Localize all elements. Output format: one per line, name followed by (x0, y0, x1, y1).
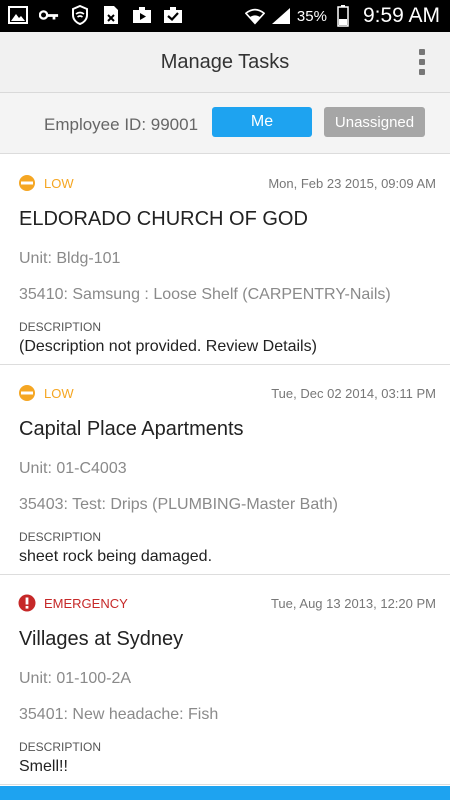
employee-id-label: Employee ID: 99001 (44, 115, 199, 134)
app-bar: Manage Tasks (0, 32, 450, 93)
task-item[interactable]: EMERGENCY Tue, Aug 13 2013, 12:20 PM Vil… (0, 575, 450, 785)
description-label: DESCRIPTION (19, 530, 102, 544)
bottom-accent-bar (0, 786, 450, 800)
unassigned-filter-button[interactable]: Unassigned (324, 107, 425, 137)
task-unit: Unit: 01-100-2A (19, 670, 132, 687)
assignment-filter-row: Employee ID: 99001 Me Unassigned (0, 93, 450, 154)
task-date: Tue, Dec 02 2014, 03:11 PM (271, 386, 436, 401)
task-unit: Unit: Bldg-101 (19, 250, 121, 267)
priority-label: LOW (44, 176, 74, 191)
key-icon (39, 5, 59, 25)
task-service-request: 35410: Samsung : Loose Shelf (CARPENTRY-… (19, 286, 391, 303)
task-date: Mon, Feb 23 2015, 09:09 AM (268, 176, 436, 191)
description-label: DESCRIPTION (19, 320, 102, 334)
me-filter-button[interactable]: Me (212, 107, 312, 137)
battery-percent: 35% (296, 7, 327, 25)
status-bar-system-icons: 35% 9:59 AM (244, 0, 440, 32)
page-title: Manage Tasks (160, 51, 290, 73)
status-bar-notification-icons (8, 5, 183, 25)
task-service-request: 35403: Test: Drips (PLUMBING-Master Bath… (19, 496, 338, 513)
image-icon (8, 5, 28, 25)
shield-icon (70, 5, 90, 25)
task-list: LOW Mon, Feb 23 2015, 09:09 AM ELDORADO … (0, 155, 450, 785)
task-service-request: 35401: New headache: Fish (19, 706, 219, 723)
briefcase-play-icon (132, 5, 152, 25)
signal-icon (271, 6, 291, 26)
status-bar: 35% 9:59 AM (0, 0, 450, 32)
low-priority-icon (18, 174, 36, 192)
task-description: Smell!! (19, 758, 68, 775)
priority-label: LOW (44, 386, 74, 401)
low-priority-icon (18, 384, 36, 402)
description-label: DESCRIPTION (19, 740, 102, 754)
task-property-name: ELDORADO CHURCH OF GOD (19, 208, 308, 230)
status-bar-clock: 9:59 AM (362, 4, 440, 27)
task-item[interactable]: LOW Mon, Feb 23 2015, 09:09 AM ELDORADO … (0, 155, 450, 365)
emergency-priority-icon (18, 594, 36, 612)
task-description: sheet rock being damaged. (19, 548, 213, 565)
sim-icon (101, 5, 121, 25)
priority-label: EMERGENCY (44, 596, 128, 611)
task-property-name: Capital Place Apartments (19, 418, 244, 440)
wifi-icon (244, 6, 265, 26)
battery-icon (333, 5, 353, 27)
task-unit: Unit: 01-C4003 (19, 460, 127, 477)
task-property-name: Villages at Sydney (19, 628, 184, 650)
briefcase-check-icon (163, 5, 183, 25)
task-date: Tue, Aug 13 2013, 12:20 PM (270, 596, 436, 611)
task-item[interactable]: LOW Tue, Dec 02 2014, 03:11 PM Capital P… (0, 365, 450, 575)
overflow-menu-icon[interactable] (416, 49, 428, 77)
task-description: (Description not provided. Review Detail… (19, 338, 317, 355)
